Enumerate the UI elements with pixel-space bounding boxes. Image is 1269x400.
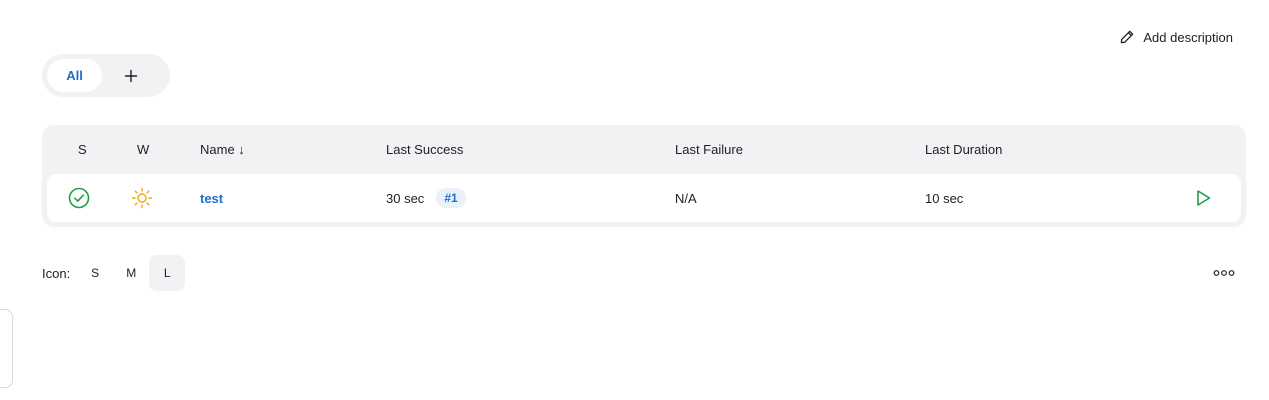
- header-status[interactable]: S: [78, 142, 87, 157]
- build-number-link[interactable]: #1: [436, 188, 466, 208]
- icon-size-large-button[interactable]: L: [149, 255, 186, 291]
- last-success-value: 30 sec: [386, 190, 425, 206]
- add-description-label: Add description: [1143, 29, 1233, 45]
- icon-size-medium-button[interactable]: M: [113, 255, 149, 291]
- view-tabs: All: [42, 54, 170, 97]
- pencil-icon: [1119, 29, 1135, 45]
- header-last-failure[interactable]: Last Failure: [675, 142, 743, 157]
- icon-size-label: Icon:: [42, 265, 71, 281]
- tab-all[interactable]: All: [47, 59, 102, 92]
- success-check-icon: [68, 174, 90, 222]
- header-last-duration[interactable]: Last Duration: [925, 142, 1002, 157]
- jobs-table: S W Name ↓ Last Success Last Failure Las…: [42, 125, 1246, 227]
- icon-size-small-button[interactable]: S: [77, 255, 113, 291]
- add-view-button[interactable]: [102, 59, 160, 92]
- header-weather[interactable]: W: [137, 142, 149, 157]
- table-header: S W Name ↓ Last Success Last Failure Las…: [42, 125, 1246, 174]
- more-options-button[interactable]: [1213, 266, 1235, 280]
- last-duration-value: 10 sec: [925, 190, 964, 206]
- table-row: test 30 sec #1 N/A 10 sec: [47, 174, 1241, 222]
- icon-size-selector: Icon: S M L: [42, 255, 186, 291]
- header-name[interactable]: Name ↓: [200, 142, 245, 157]
- last-failure-value: N/A: [675, 190, 697, 206]
- plus-icon: [123, 68, 139, 84]
- sunny-weather-icon: [131, 174, 153, 222]
- run-build-icon[interactable]: [1193, 174, 1213, 222]
- job-name-link[interactable]: test: [200, 191, 223, 206]
- side-panel-edge: [0, 309, 13, 388]
- add-description-button[interactable]: Add description: [1119, 27, 1233, 47]
- more-dots-icon: [1213, 269, 1235, 277]
- header-last-success[interactable]: Last Success: [386, 142, 463, 157]
